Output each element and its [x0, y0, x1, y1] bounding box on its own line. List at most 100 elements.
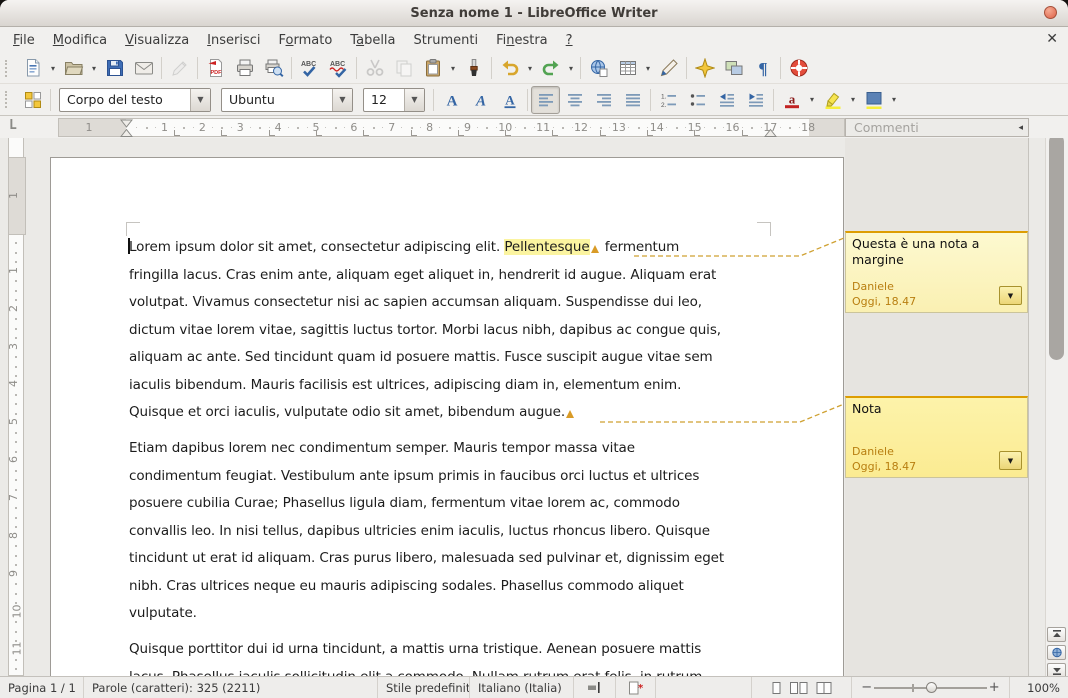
- draw-functions-button[interactable]: [654, 54, 683, 82]
- page-indicator[interactable]: Pagina 1 / 1: [0, 677, 84, 698]
- insert-mode-toggle[interactable]: [574, 677, 616, 698]
- apply-style-button[interactable]: [18, 86, 47, 114]
- comment-anchor-icon[interactable]: [566, 410, 574, 418]
- undo-dropdown-icon[interactable]: ▾: [524, 55, 536, 81]
- collapse-comments-icon[interactable]: ◂: [1018, 123, 1023, 133]
- left-indent-marker[interactable]: [120, 119, 133, 138]
- bullet-list-button[interactable]: [683, 86, 712, 114]
- font-color-dropdown-icon[interactable]: ▾: [806, 87, 818, 113]
- language-status[interactable]: Italiano (Italia): [470, 677, 574, 698]
- hyperlink-button[interactable]: [584, 54, 613, 82]
- clone-formatting-button[interactable]: [459, 54, 488, 82]
- document-close-icon[interactable]: ✕: [1046, 31, 1058, 47]
- undo-button[interactable]: [495, 54, 524, 82]
- tab-stop-selector[interactable]: L: [9, 119, 23, 133]
- zoom-out-icon[interactable]: −: [860, 680, 874, 695]
- margin-comment[interactable]: NotaDanieleOggi, 18.47▼: [845, 396, 1028, 478]
- bold-button[interactable]: A: [437, 86, 466, 114]
- redo-dropdown-icon[interactable]: ▾: [565, 55, 577, 81]
- zoom-in-icon[interactable]: +: [987, 680, 1001, 695]
- background-color-button[interactable]: [859, 86, 888, 114]
- new-document-button[interactable]: [18, 54, 47, 82]
- multi-page-view-button[interactable]: [789, 681, 809, 695]
- italic-button[interactable]: A: [466, 86, 495, 114]
- help-button[interactable]: [784, 54, 813, 82]
- window-close-button[interactable]: [1044, 6, 1057, 19]
- menu-item-modifica[interactable]: Modifica: [44, 30, 116, 51]
- new-document-dropdown-icon[interactable]: ▾: [47, 55, 59, 81]
- horizontal-ruler[interactable]: 1123456789101112131415161718: [58, 118, 845, 137]
- background-color-dropdown-icon[interactable]: ▾: [888, 87, 900, 113]
- document-text[interactable]: Lorem ipsum dolor sit amet, consectetur …: [129, 234, 784, 676]
- chevron-down-icon[interactable]: ▼: [404, 89, 424, 111]
- menu-item-file[interactable]: File: [4, 30, 44, 51]
- page-style[interactable]: Stile predefinito: [378, 677, 470, 698]
- formatting-marks-button[interactable]: ¶: [748, 54, 777, 82]
- margin-comment[interactable]: Questa è una nota a margineDanieleOggi, …: [845, 231, 1028, 313]
- navigation-button[interactable]: [1047, 645, 1066, 660]
- zoom-slider[interactable]: [874, 680, 988, 696]
- menu-item-inserisci[interactable]: Inserisci: [198, 30, 269, 51]
- table-dropdown-icon[interactable]: ▾: [642, 55, 654, 81]
- comment-text[interactable]: Questa è una nota a margine: [852, 236, 1021, 268]
- align-left-button[interactable]: [531, 86, 560, 114]
- paste-dropdown-icon[interactable]: ▾: [447, 55, 459, 81]
- paste-button[interactable]: [418, 54, 447, 82]
- align-center-button[interactable]: [560, 86, 589, 114]
- menu-item-formato[interactable]: Formato: [270, 30, 342, 51]
- justify-button[interactable]: [618, 86, 647, 114]
- font-size-combo[interactable]: 12 ▼: [363, 88, 425, 112]
- comments-header[interactable]: Commenti ◂: [845, 118, 1029, 137]
- titlebar[interactable]: Senza nome 1 - LibreOffice Writer: [0, 0, 1068, 27]
- menu-item-tabella[interactable]: Tabella: [341, 30, 404, 51]
- font-name-combo[interactable]: Ubuntu ▼: [221, 88, 353, 112]
- increase-indent-button[interactable]: [741, 86, 770, 114]
- menu-item-visualizza[interactable]: Visualizza: [116, 30, 198, 51]
- decrease-indent-button[interactable]: [712, 86, 741, 114]
- selection-mode-toggle[interactable]: *: [616, 677, 656, 698]
- comment-menu-button[interactable]: ▼: [999, 286, 1022, 305]
- menu-item-finestra[interactable]: Finestra: [487, 30, 557, 51]
- paragraph-style-combo[interactable]: Corpo del testo ▼: [59, 88, 211, 112]
- redo-button[interactable]: [536, 54, 565, 82]
- menu-item-strumenti[interactable]: Strumenti: [405, 30, 488, 51]
- toolbar-grip-icon[interactable]: [5, 91, 13, 108]
- scrollbar-thumb[interactable]: [1049, 138, 1064, 360]
- vertical-ruler[interactable]: 11234567891011: [8, 138, 24, 676]
- email-button[interactable]: [129, 54, 158, 82]
- zoom-level[interactable]: 100%: [1010, 677, 1068, 698]
- chevron-down-icon[interactable]: ▼: [332, 89, 352, 111]
- highlight-color-button[interactable]: [818, 86, 847, 114]
- font-color-button[interactable]: a: [777, 86, 806, 114]
- toolbar-grip-icon[interactable]: [5, 60, 13, 77]
- next-page-button[interactable]: [1047, 663, 1066, 676]
- open-dropdown-icon[interactable]: ▾: [88, 55, 100, 81]
- comment-text[interactable]: Nota: [852, 401, 1021, 417]
- spellcheck-button[interactable]: ABC: [295, 54, 324, 82]
- menu-item-[interactable]: ?: [557, 30, 582, 51]
- vertical-scrollbar[interactable]: [1045, 138, 1068, 676]
- table-button[interactable]: [613, 54, 642, 82]
- previous-page-button[interactable]: [1047, 627, 1066, 642]
- print-preview-button[interactable]: [259, 54, 288, 82]
- open-button[interactable]: [59, 54, 88, 82]
- zoom-knob[interactable]: [926, 682, 937, 693]
- navigator-button[interactable]: [690, 54, 719, 82]
- paragraph[interactable]: Etiam dapibus lorem nec condimentum semp…: [129, 435, 784, 628]
- underline-button[interactable]: A: [495, 86, 524, 114]
- gallery-button[interactable]: [719, 54, 748, 82]
- save-button[interactable]: [100, 54, 129, 82]
- book-view-button[interactable]: [815, 681, 833, 695]
- paragraph[interactable]: Quisque porttitor dui id urna tincidunt,…: [129, 636, 784, 676]
- single-page-view-button[interactable]: [770, 681, 783, 695]
- word-count[interactable]: Parole (caratteri): 325 (2211): [84, 677, 378, 698]
- export-pdf-button[interactable]: PDF: [201, 54, 230, 82]
- comment-anchor-icon[interactable]: [591, 245, 599, 253]
- highlight-color-dropdown-icon[interactable]: ▾: [847, 87, 859, 113]
- align-right-button[interactable]: [589, 86, 618, 114]
- paragraph[interactable]: Lorem ipsum dolor sit amet, consectetur …: [129, 234, 784, 427]
- numbered-list-button[interactable]: 1.2.: [654, 86, 683, 114]
- auto-spellcheck-button[interactable]: ABC: [324, 54, 353, 82]
- chevron-down-icon[interactable]: ▼: [190, 89, 210, 111]
- page[interactable]: Lorem ipsum dolor sit amet, consectetur …: [50, 157, 844, 676]
